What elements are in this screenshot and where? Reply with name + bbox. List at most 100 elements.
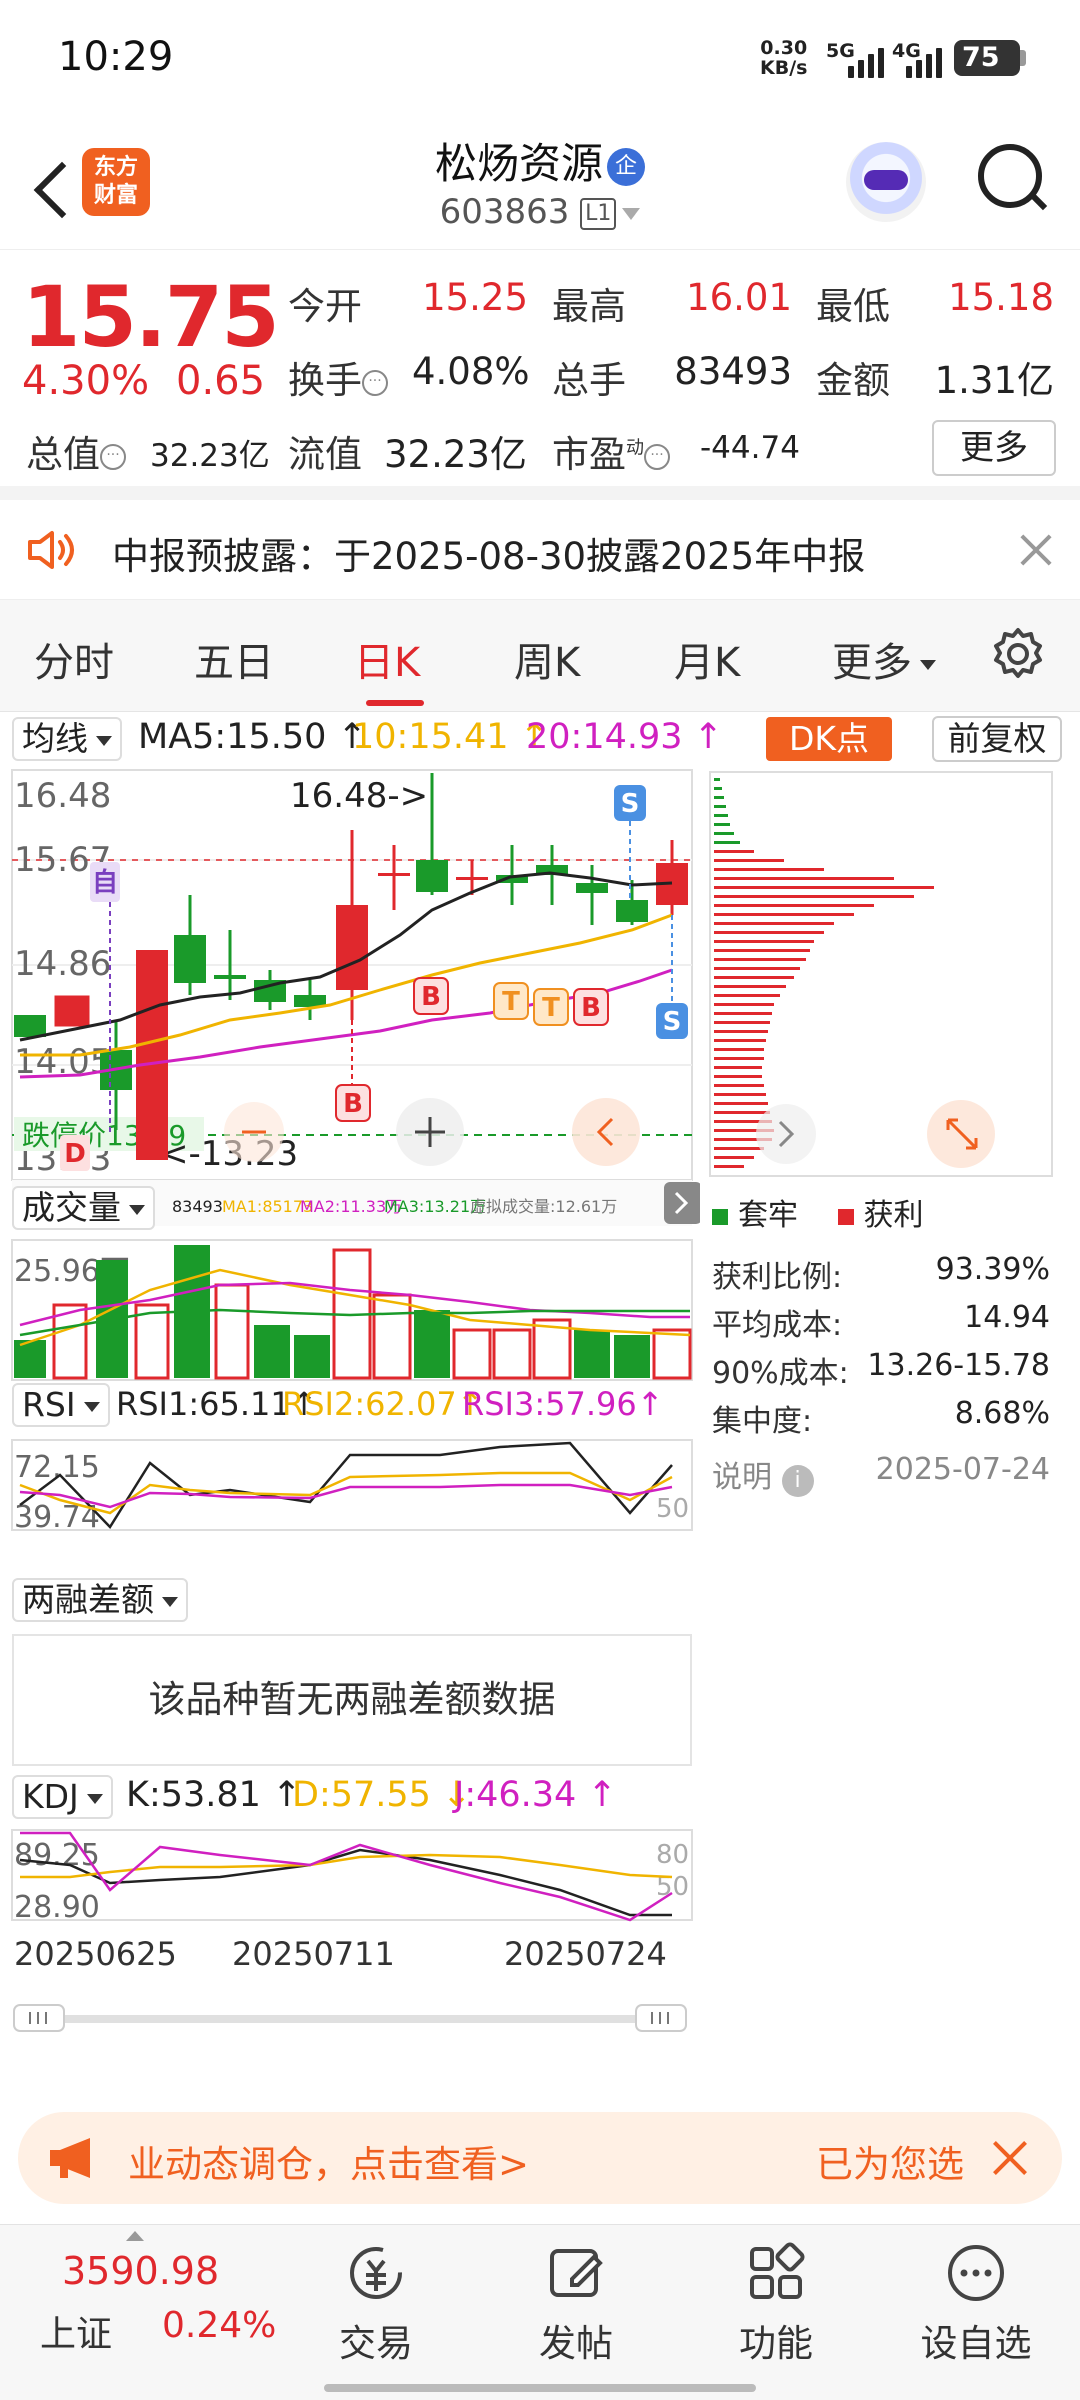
cost90-label: 90%成本: <box>712 1356 849 1391</box>
chip-bar <box>714 814 728 817</box>
profit-ratio-value: 93.39% <box>935 1252 1050 1287</box>
nav-function[interactable]: 功能 <box>696 2241 856 2367</box>
chip-scroll-button <box>756 1104 816 1164</box>
title-bar: 东方 财富 松炀资源企 603863 L1 <box>0 120 1080 250</box>
nav-post[interactable]: 发帖 <box>496 2241 656 2367</box>
info-icon: i <box>781 1465 814 1497</box>
active-tab-indicator <box>366 700 424 706</box>
home-indicator <box>324 2384 756 2392</box>
chip-bar <box>714 832 734 835</box>
tab-daily-k[interactable]: 日K <box>354 630 420 688</box>
chip-bar <box>714 1165 744 1168</box>
ad-banner[interactable]: 业动态调仓，点击查看> 已为您选 <box>18 2112 1062 2204</box>
y-axis-label: 14.86 <box>14 944 111 984</box>
svg-text:S: S <box>621 789 640 819</box>
ad-text: 业动态调仓，点击查看> <box>128 2143 530 2186</box>
kdj-indicator-select[interactable]: KDJ <box>12 1775 113 1819</box>
pe-value: -44.74 <box>700 430 800 466</box>
rsi2-value: RSI2:62.07↑ <box>282 1385 484 1423</box>
dk-point-button[interactable]: DK点 <box>766 717 892 761</box>
chip-bar <box>714 877 894 880</box>
rsi-indicator-select[interactable]: RSI <box>12 1383 110 1427</box>
candle <box>416 860 448 892</box>
scroll-left-button <box>572 1098 640 1166</box>
date-label: 20250724 <box>504 1935 667 1973</box>
chip-bar <box>714 931 824 934</box>
index-name[interactable]: 上证 <box>40 2305 112 2357</box>
speaker-icon <box>28 531 74 569</box>
candle <box>136 950 168 1160</box>
candle <box>214 975 246 979</box>
index-value[interactable]: 3590.98 <box>62 2249 219 2293</box>
gear-icon[interactable] <box>990 626 1046 682</box>
candle <box>378 873 410 876</box>
svg-text:自: 自 <box>92 867 118 898</box>
enterprise-badge: 企 <box>607 147 645 186</box>
robot-assistant-icon[interactable] <box>846 142 926 222</box>
index-change[interactable]: 0.24% <box>162 2305 276 2346</box>
avg-cost-label: 平均成本: <box>712 1308 843 1343</box>
search-icon[interactable] <box>978 144 1048 214</box>
level-badge: L1 <box>580 197 617 230</box>
change-value: 0.65 <box>176 358 266 404</box>
high-value: 16.01 <box>686 276 792 319</box>
date-label: 20250711 <box>232 1935 395 1973</box>
chip-bar <box>714 1048 764 1051</box>
bottom-nav: 3590.98 上证 0.24% 交易 发帖 功能 设自选 <box>0 2224 1080 2400</box>
rsi-y-top: 72.15 <box>14 1450 100 1485</box>
chip-bar <box>714 1039 766 1042</box>
chip-bar <box>714 976 794 979</box>
margin-indicator-select[interactable]: 两融差额 <box>12 1578 188 1622</box>
tab-monthly-k[interactable]: 月K <box>674 630 740 688</box>
chip-note[interactable]: 说明 i <box>712 1452 814 1497</box>
chip-distribution-chart[interactable] <box>706 770 1056 1180</box>
low-label: 最低 <box>816 285 890 328</box>
rsi-y-bottom: 39.74 <box>14 1500 100 1535</box>
float-value: 32.23亿 <box>384 433 527 476</box>
svg-text:T: T <box>542 993 560 1023</box>
chip-legend: 套牢 获利 <box>712 1190 924 1234</box>
tab-five-day[interactable]: 五日 <box>194 630 274 688</box>
more-quote-button[interactable]: 更多 <box>932 420 1056 476</box>
close-icon[interactable] <box>990 2138 1030 2178</box>
mktcap-label: 总值 ··· <box>26 424 126 478</box>
ma10-value: 10:15.41 ↑ <box>352 717 549 757</box>
candle <box>616 900 648 922</box>
chip-bar <box>714 1093 766 1096</box>
rsi-mid-label: 50 <box>656 1494 689 1524</box>
margin-nodata: 该品种暂无两融差额数据 <box>12 1634 692 1766</box>
main-chart[interactable]: 16.48 15.67 14.86 14.05 13.23 跌停价13.59 1… <box>0 765 700 2175</box>
volume-indicator-select[interactable]: 成交量 <box>12 1186 155 1230</box>
notice-bar[interactable]: 中报预披露：于2025-08-30披露2025年中报 <box>0 500 1080 600</box>
candle <box>456 877 488 880</box>
kdj-d-value: D:57.55 ↓ <box>292 1775 472 1815</box>
svg-text:T: T <box>502 987 520 1017</box>
kdj-j-value: J:46.34 ↑ <box>454 1775 617 1815</box>
close-icon[interactable] <box>1020 534 1052 566</box>
tab-weekly-k[interactable]: 周K <box>514 630 580 688</box>
indicator-select[interactable]: 均线 <box>12 717 122 761</box>
pe-label: 市盈动 ··· <box>552 424 670 478</box>
ad-text-2: 已为您选 <box>816 2143 964 2186</box>
kdj-80-label: 80 <box>656 1840 689 1870</box>
chip-bar <box>714 1147 764 1150</box>
net-speed: 0.30 KB/s <box>760 37 808 79</box>
candle <box>14 1015 46 1037</box>
tab-intraday[interactable]: 分时 <box>34 630 114 688</box>
candle <box>336 905 368 990</box>
current-price: 15.75 <box>22 268 280 366</box>
chip-bar <box>714 859 784 862</box>
more-dots-icon <box>948 2245 1004 2301</box>
chip-bar <box>714 940 814 943</box>
adjust-button[interactable]: 前复权 <box>932 716 1062 762</box>
nav-watchlist[interactable]: 设自选 <box>896 2241 1056 2367</box>
ma20-value: 20:14.93 ↑ <box>526 717 723 757</box>
signal-icon <box>848 44 884 78</box>
concentration-label: 集中度: <box>712 1404 813 1439</box>
nav-trade[interactable]: 交易 <box>296 2241 456 2367</box>
tab-more[interactable]: 更多 <box>832 630 936 688</box>
notice-text: 中报预披露：于2025-08-30披露2025年中报 <box>112 535 866 578</box>
chip-bar <box>714 958 806 961</box>
svg-text:B: B <box>421 982 441 1012</box>
chip-date: 2025-07-24 <box>875 1452 1050 1487</box>
